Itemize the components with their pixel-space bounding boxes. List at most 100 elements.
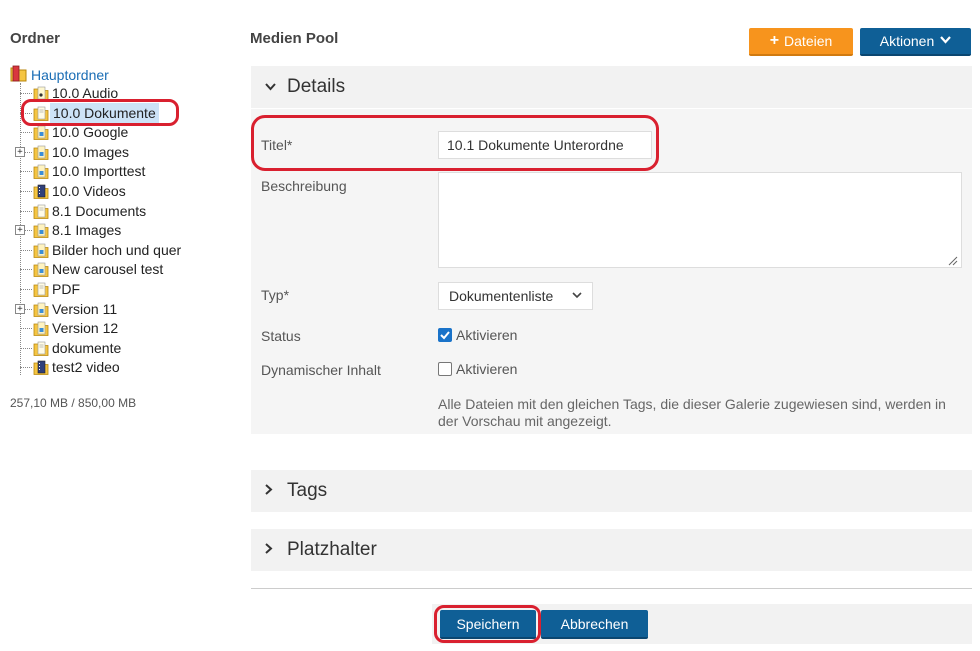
status-checkbox-row[interactable]: Aktivieren <box>438 327 517 343</box>
tree-connector <box>20 249 32 251</box>
storage-usage: 257,10 MB / 850,00 MB <box>10 396 137 410</box>
tree-item-label[interactable]: 10.0 Images <box>52 142 129 162</box>
expand-icon[interactable]: + <box>15 146 25 157</box>
cancel-button[interactable]: Abbrechen <box>541 610 648 639</box>
tree-connector <box>20 112 32 114</box>
tree-item[interactable]: + Version 11 <box>10 299 230 319</box>
details-panel-header[interactable]: Details <box>251 66 972 108</box>
tree-item[interactable]: 10.0 Google <box>10 122 230 142</box>
tree-item-label[interactable]: Bilder hoch und quer <box>52 240 181 260</box>
tree-item-label[interactable]: dokumente <box>52 338 121 358</box>
chevron-right-icon <box>265 543 281 557</box>
image-folder-icon <box>33 263 49 278</box>
save-button[interactable]: Speichern <box>440 610 536 639</box>
tree-item[interactable]: 10.0 Audio <box>10 83 230 103</box>
title-input[interactable]: 10.1 Dokumente Unterordne <box>438 131 652 159</box>
folder-sidebar: Ordner Hauptordner 10.0 Audio 10.0 Dokume… <box>0 0 240 651</box>
tree-item-label[interactable]: test2 video <box>52 357 120 377</box>
tree-connector <box>20 347 32 349</box>
tree-root-label[interactable]: Hauptordner <box>31 67 109 83</box>
tree-connector <box>20 132 32 134</box>
tags-panel-title: Tags <box>287 480 328 501</box>
type-label: Typ* <box>261 287 290 303</box>
resize-grip-icon[interactable] <box>946 254 958 266</box>
tree-item[interactable]: Version 12 <box>10 318 230 338</box>
placeholder-panel-title: Platzhalter <box>287 539 377 560</box>
actions-label: Aktionen <box>879 33 935 49</box>
description-label: Beschreibung <box>261 178 347 194</box>
tree-item[interactable]: +10.0 Images <box>10 142 230 162</box>
page-title: Medien Pool <box>250 30 339 47</box>
tree-item-label[interactable]: New carousel test <box>52 259 163 279</box>
chevron-down-icon <box>265 80 281 94</box>
tree-item-label[interactable]: 10.0 Importtest <box>52 161 145 181</box>
video-folder-icon <box>33 361 49 376</box>
dynamic-content-checkbox[interactable] <box>438 362 452 376</box>
doc-folder-icon <box>33 341 49 356</box>
tree-item[interactable]: PDF <box>10 279 230 299</box>
tree-item-label[interactable]: PDF <box>52 279 80 299</box>
type-select[interactable]: Dokumentenliste <box>438 282 593 310</box>
sidebar-title: Ordner <box>10 30 61 47</box>
status-checkbox-label: Aktivieren <box>456 327 518 343</box>
details-panel-title: Details <box>287 76 346 97</box>
tree-item-label[interactable]: 10.0 Dokumente <box>50 102 159 123</box>
chevron-right-icon <box>265 484 281 498</box>
tree-item[interactable]: 10.0 Videos <box>10 181 230 201</box>
tree-item[interactable]: Bilder hoch und quer <box>10 240 230 260</box>
tree-item-label[interactable]: 10.0 Google <box>52 122 128 142</box>
tags-panel-header[interactable]: Tags <box>251 470 972 512</box>
checkmark-icon <box>440 331 450 340</box>
placeholder-panel-header[interactable]: Platzhalter <box>251 529 972 571</box>
tree-connector <box>20 210 32 212</box>
tree-item[interactable]: dokumente <box>10 338 230 358</box>
image-folder-icon <box>33 223 49 239</box>
tree-item[interactable]: 10.0 Importtest <box>10 161 230 181</box>
tree-item-label[interactable]: Version 12 <box>52 318 118 338</box>
tree-item[interactable]: test2 video <box>10 357 230 377</box>
tree-root-hauptordner[interactable]: Hauptordner <box>10 65 109 85</box>
expand-icon[interactable]: + <box>15 225 25 236</box>
doc-folder-icon <box>33 204 49 219</box>
doc-folder-icon <box>33 282 49 297</box>
description-textarea[interactable] <box>438 172 962 268</box>
tree-connector <box>20 367 32 369</box>
audio-folder-icon <box>33 86 49 101</box>
image-folder-icon <box>33 243 49 258</box>
tree-item-label[interactable]: 10.0 Videos <box>52 181 126 201</box>
tree-item[interactable]: New carousel test <box>10 259 230 279</box>
tree-item-label[interactable]: 8.1 Documents <box>52 201 146 221</box>
image-folder-icon <box>33 125 49 141</box>
dynamic-content-label: Dynamischer Inhalt <box>261 362 381 378</box>
tree-connector <box>20 269 32 271</box>
tree-item-label[interactable]: 8.1 Images <box>52 220 121 240</box>
tree-item[interactable]: 10.0 Dokumente <box>10 102 230 123</box>
actions-dropdown-button[interactable]: Aktionen <box>860 28 971 56</box>
status-label: Status <box>261 328 301 344</box>
video-folder-icon <box>33 184 49 199</box>
tree-item[interactable]: +8.1 Images <box>10 220 230 240</box>
divider <box>251 588 972 589</box>
tree-item[interactable]: 8.1 Documents <box>10 201 230 221</box>
image-folder-icon <box>33 145 49 160</box>
dynamic-help-text: Alle Dateien mit den gleichen Tags, die … <box>438 396 946 429</box>
image-folder-icon <box>33 165 49 180</box>
image-folder-icon <box>33 302 49 317</box>
type-select-value: Dokumentenliste <box>449 288 554 304</box>
add-files-button[interactable]: + Dateien <box>749 28 853 56</box>
tree-item-label[interactable]: 10.0 Audio <box>52 83 118 103</box>
expand-icon[interactable]: + <box>15 303 25 314</box>
chevron-down-icon <box>572 291 582 302</box>
tree-connector <box>20 93 32 94</box>
doc-folder-icon <box>33 106 49 121</box>
tree-item-label[interactable]: Version 11 <box>52 299 117 319</box>
tree-connector <box>20 289 32 290</box>
image-folder-icon <box>33 321 49 337</box>
dynamic-checkbox-row[interactable]: Aktivieren <box>438 361 517 377</box>
tree-connector <box>20 328 32 330</box>
status-checkbox[interactable] <box>438 328 452 342</box>
title-label: Titel* <box>261 137 293 153</box>
dynamic-checkbox-label: Aktivieren <box>456 361 518 377</box>
tree-connector <box>20 171 32 173</box>
chevron-down-icon <box>940 35 952 47</box>
